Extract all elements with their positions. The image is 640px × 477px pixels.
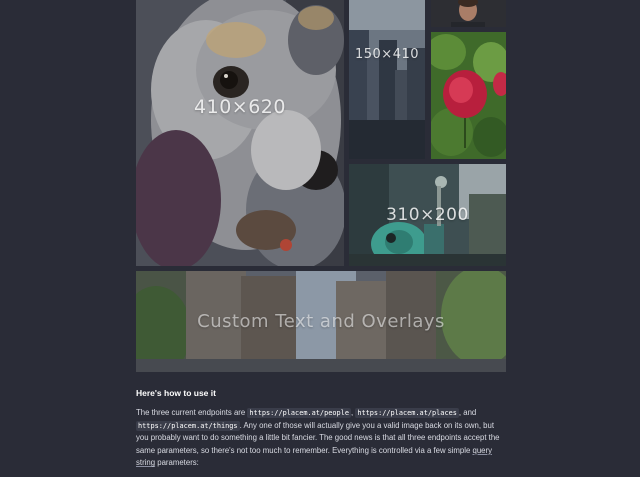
usage-paragraph: The three current endpoints are https://… — [136, 407, 508, 470]
robot-photo-tile[interactable]: 310×200 — [349, 164, 506, 266]
city-photo-tile[interactable]: 150×410 — [349, 0, 425, 159]
city-photo — [349, 0, 425, 159]
endpoint-things: https://placem.at/things — [136, 420, 240, 431]
city-size-label: 150×410 — [354, 47, 420, 62]
street-overlay-label: Custom Text and Overlays — [197, 311, 445, 332]
usage-section: Here's how to use it The three current e… — [136, 388, 508, 470]
person-photo — [431, 0, 506, 27]
usage-heading: Here's how to use it — [136, 388, 216, 398]
flower-photo-tile[interactable] — [431, 32, 506, 159]
dog-photo-tile[interactable]: 410×620 — [136, 0, 344, 266]
dog-size-label: 410×620 — [194, 96, 286, 118]
street-photo-tile[interactable]: Custom Text and Overlays — [136, 271, 506, 372]
separator-and: , and — [458, 408, 477, 417]
flower-photo — [431, 32, 506, 159]
person-photo-tile[interactable] — [431, 0, 506, 27]
endpoint-people: https://placem.at/people — [247, 408, 351, 418]
dog-photo — [136, 0, 344, 266]
usage-body-end: parameters: — [157, 458, 199, 468]
robot-size-label: 310×200 — [386, 205, 469, 225]
endpoint-places: https://placem.at/places — [355, 408, 459, 418]
usage-intro-text: The three current endpoints are — [136, 408, 246, 417]
separator-comma: , — [350, 408, 354, 417]
